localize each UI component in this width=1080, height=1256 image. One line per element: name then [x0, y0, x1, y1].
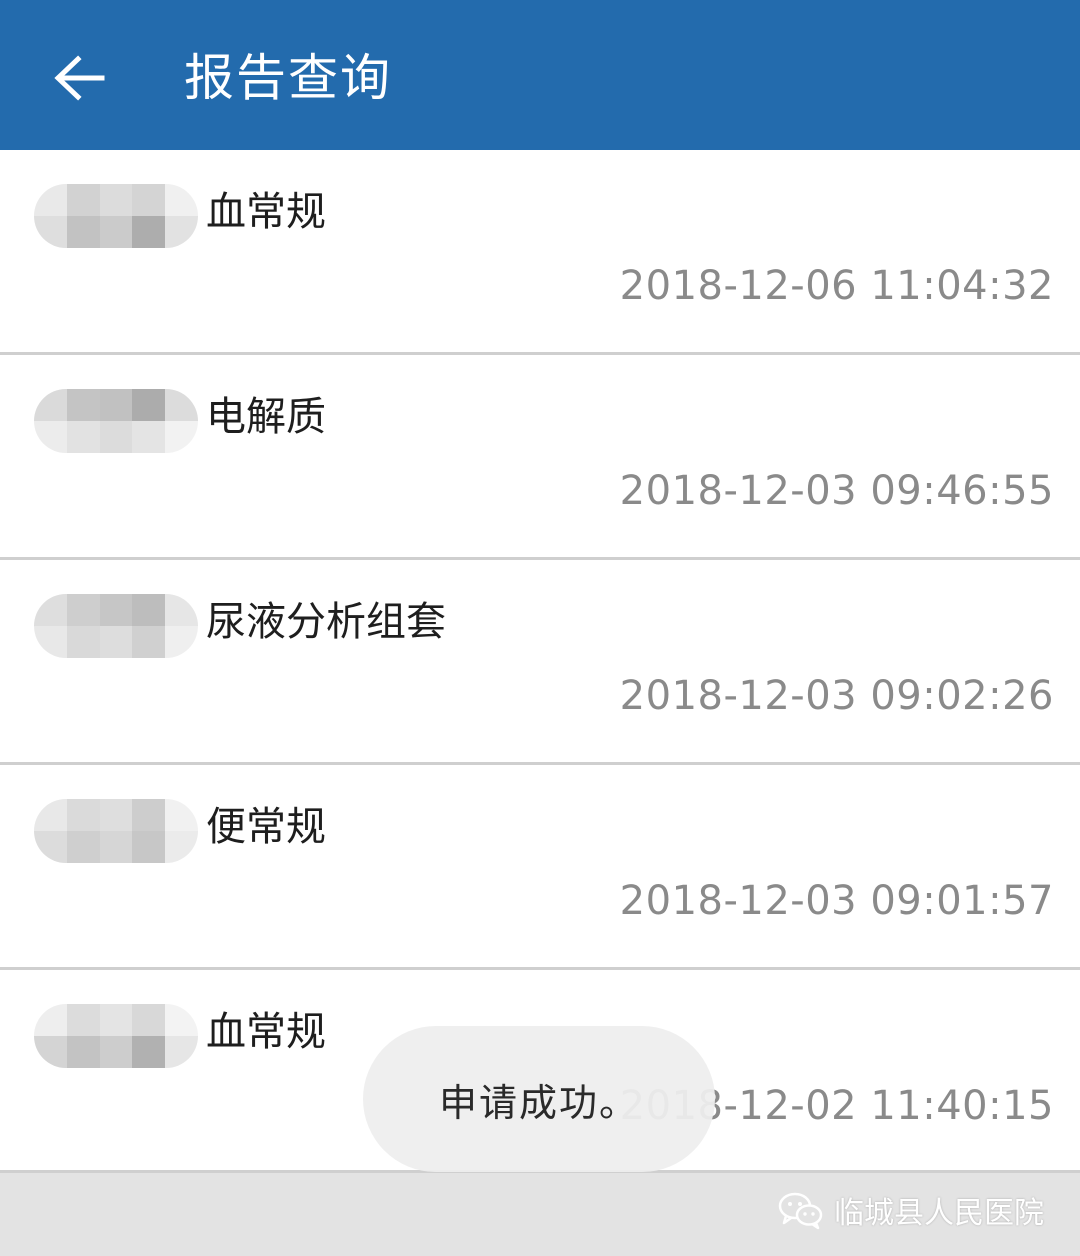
- toast-message: 申请成功。: [363, 1026, 715, 1172]
- report-list: 血常规 2018-12-06 11:04:32 电解质 2018-12-03 0…: [0, 150, 1080, 1173]
- report-name: 尿液分析组套: [206, 599, 446, 645]
- report-query-screen: 报告查询 血常规 2018-12-06 11:04:32 电解质 2018-12…: [0, 0, 1080, 1256]
- report-item[interactable]: 电解质 2018-12-03 09:46:55: [0, 355, 1080, 560]
- bottom-bar: 临城县人民医院: [0, 1176, 1080, 1256]
- report-name: 血常规: [206, 189, 326, 235]
- redacted-patient-name: [34, 594, 198, 658]
- report-item[interactable]: 血常规 2018-12-06 11:04:32: [0, 150, 1080, 355]
- report-name: 血常规: [206, 1009, 326, 1055]
- watermark: 临城县人民医院: [778, 1188, 1044, 1232]
- wechat-icon: [778, 1192, 823, 1230]
- watermark-text: 临城县人民医院: [834, 1196, 1044, 1231]
- report-item[interactable]: 便常规 2018-12-03 09:01:57: [0, 765, 1080, 970]
- page-title: 报告查询: [184, 49, 392, 107]
- redacted-patient-name: [34, 389, 198, 453]
- report-name: 便常规: [206, 804, 326, 850]
- redacted-patient-name: [34, 1004, 198, 1068]
- arrow-left-icon: [54, 55, 105, 101]
- report-timestamp: 2018-12-03 09:02:26: [619, 673, 1054, 719]
- redacted-patient-name: [34, 184, 198, 248]
- report-item[interactable]: 尿液分析组套 2018-12-03 09:02:26: [0, 560, 1080, 765]
- report-timestamp: 2018-12-06 11:04:32: [619, 263, 1054, 309]
- redacted-patient-name: [34, 799, 198, 863]
- report-name: 电解质: [206, 394, 326, 440]
- app-toolbar: 报告查询: [0, 0, 1080, 150]
- report-timestamp: 2018-12-03 09:46:55: [619, 468, 1054, 514]
- report-timestamp: 2018-12-03 09:01:57: [619, 878, 1054, 924]
- back-button[interactable]: [40, 38, 120, 118]
